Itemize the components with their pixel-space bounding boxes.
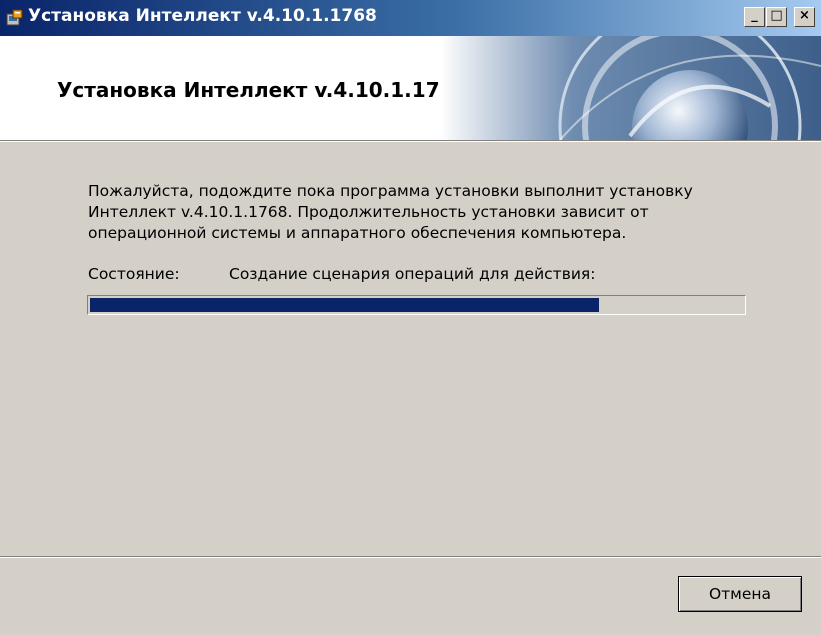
progress-fill <box>90 298 599 312</box>
banner: Установка Интеллект v.4.10.1.1768 <box>0 36 821 141</box>
cancel-button[interactable]: Отмена <box>678 576 802 612</box>
message-line: Интеллект v.4.10.1.1768. Продолжительнос… <box>88 203 649 221</box>
message-line: Пожалуйста, подождите пока программа уст… <box>88 182 693 200</box>
window-title: Установка Интеллект v.4.10.1.1768 <box>28 6 377 26</box>
maximize-button[interactable]: □ <box>766 7 787 27</box>
maximize-icon: □ <box>770 8 783 23</box>
banner-title: Установка Интеллект v.4.10.1.1768 <box>57 78 468 102</box>
install-message: Пожалуйста, подождите пока программа уст… <box>88 181 748 244</box>
banner-graphic <box>440 36 821 140</box>
close-icon: × <box>799 8 810 23</box>
minimize-icon: _ <box>751 8 758 23</box>
title-bar[interactable]: Установка Интеллект v.4.10.1.1768 _ □ × <box>0 0 821 36</box>
message-line: операционной системы и аппаратного обесп… <box>88 224 627 242</box>
banner-separator <box>0 141 821 142</box>
status-value: Создание сценария операций для действия: <box>229 265 596 283</box>
footer-separator-highlight <box>0 557 821 558</box>
installer-icon <box>6 9 23 26</box>
minimize-button[interactable]: _ <box>744 7 765 27</box>
close-button[interactable]: × <box>794 7 815 27</box>
status-label: Состояние: <box>88 265 180 283</box>
progress-bar <box>87 295 746 315</box>
